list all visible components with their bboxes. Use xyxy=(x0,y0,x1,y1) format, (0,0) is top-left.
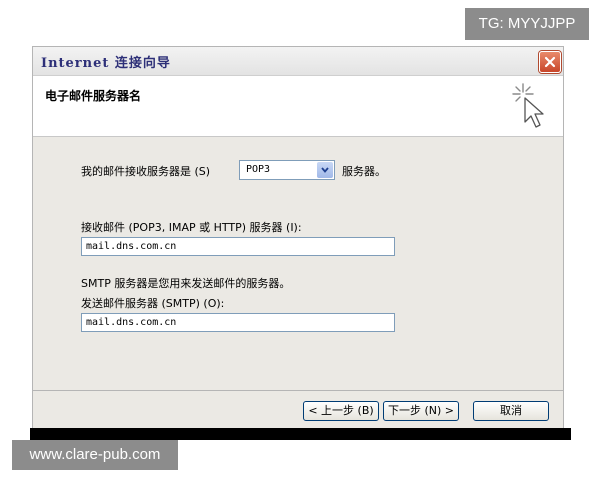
chevron-down-icon xyxy=(321,167,329,173)
incoming-server-type-value: POP3 xyxy=(246,164,271,175)
page-title: 电子邮件服务器名 xyxy=(45,89,142,103)
back-button[interactable]: < 上一步 (B) xyxy=(303,401,379,421)
watermark-bottom: www.clare-pub.com xyxy=(12,440,178,470)
watermark-top: TG: MYYJJPP xyxy=(465,8,589,40)
footer-divider xyxy=(33,390,563,391)
wizard-body: 我的邮件接收服务器是 (S) POP3 服务器。 接收邮件 (POP3, IMA… xyxy=(33,137,563,387)
cancel-button[interactable]: 取消 xyxy=(473,401,549,421)
wizard-header: 电子邮件服务器名 xyxy=(33,76,563,137)
title-bar: Internet 连接向导 xyxy=(33,47,563,76)
smtp-info-text: SMTP 服务器是您用来发送邮件的服务器。 xyxy=(81,277,291,290)
close-icon xyxy=(544,56,556,68)
window-title: Internet 连接向导 xyxy=(41,56,171,71)
wizard-cursor-icon xyxy=(512,83,544,128)
incoming-mail-label: 接收邮件 (POP3, IMAP 或 HTTP) 服务器 (I): xyxy=(81,221,302,234)
black-bar xyxy=(30,428,571,440)
next-button[interactable]: 下一步 (N) > xyxy=(383,401,459,421)
incoming-mail-server-input[interactable]: mail.dns.com.cn xyxy=(81,237,395,256)
dropdown-button[interactable] xyxy=(317,162,333,178)
incoming-server-label: 我的邮件接收服务器是 (S) xyxy=(81,165,211,178)
outgoing-mail-label: 发送邮件服务器 (SMTP) (O): xyxy=(81,297,225,310)
close-button[interactable] xyxy=(539,51,561,73)
incoming-server-type-select[interactable]: POP3 xyxy=(239,160,335,180)
incoming-server-suffix: 服务器。 xyxy=(342,165,386,178)
wizard-window: Internet 连接向导 电子邮件服务器名 我的邮件接收服务器是 (S) PO… xyxy=(32,46,564,432)
outgoing-mail-server-input[interactable]: mail.dns.com.cn xyxy=(81,313,395,332)
